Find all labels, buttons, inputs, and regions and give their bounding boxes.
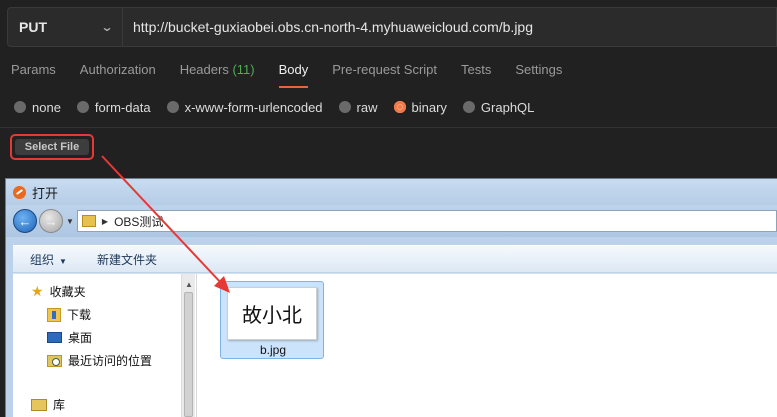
radio-label: x-www-form-urlencoded [184, 99, 323, 115]
nav-item-recent[interactable]: 最近访问的位置 [47, 352, 152, 369]
file-item-selected[interactable]: 故小北 b.jpg [220, 281, 324, 359]
nav-item-favorites[interactable]: ★ 收藏夹 [31, 283, 86, 300]
breadcrumb-folder[interactable]: OBS测试 [114, 213, 163, 230]
navigation-pane: ★ 收藏夹 下载 桌面 最近访问的位置 库 [13, 274, 181, 417]
nav-item-downloads[interactable]: 下载 [47, 306, 91, 323]
scrollbar-thumb[interactable] [184, 292, 193, 417]
radio-graphql[interactable]: GraphQL [462, 97, 535, 117]
select-file-button[interactable]: Select File [15, 139, 89, 155]
caret-down-icon: ▼ [59, 256, 67, 266]
tab-label: Headers [179, 62, 229, 77]
tab-authorization[interactable]: Authorization [80, 62, 156, 82]
tab-params[interactable]: Params [11, 62, 56, 82]
radio-raw[interactable]: raw [338, 97, 378, 117]
radio-label: GraphQL [480, 99, 535, 115]
radio-icon [166, 101, 179, 113]
back-arrow-icon[interactable]: ← [13, 209, 37, 233]
method-select[interactable]: PUT ⌄ [7, 7, 123, 47]
tab-label: Settings [515, 62, 563, 77]
radio-label: form-data [94, 99, 151, 115]
nav-label: 桌面 [68, 331, 93, 345]
tab-label: Body [278, 62, 309, 77]
radio-label: none [32, 99, 61, 115]
tab-tests[interactable]: Tests [461, 62, 491, 82]
radio-icon [338, 101, 351, 113]
dialog-title: 打开 [32, 185, 59, 201]
folder-icon [81, 215, 96, 227]
downloads-icon [47, 307, 61, 322]
method-label: PUT [19, 19, 47, 35]
divider [0, 127, 777, 128]
nav-label: 最近访问的位置 [68, 354, 153, 368]
nav-item-desktop[interactable]: 桌面 [47, 329, 92, 346]
request-tabs: Params Authorization Headers (11) Body P… [11, 62, 586, 88]
headers-count-badge: (11) [232, 62, 255, 77]
body-type-radio-group: none form-data x-www-form-urlencoded raw… [14, 97, 550, 117]
dialog-content: ★ 收藏夹 下载 桌面 最近访问的位置 库 ▲ 故小北 b.jpg [13, 273, 777, 417]
open-file-dialog: 打开 ← → ▼ ▶ OBS测试 组织 ▼ 新建文件夹 ★ 收藏夹 下载 桌面 [5, 178, 777, 417]
tab-label: Authorization [79, 62, 156, 77]
scroll-up-icon[interactable]: ▲ [185, 280, 193, 289]
image-thumbnail: 故小北 [227, 287, 317, 340]
url-input[interactable]: http://bucket-guxiaobei.obs.cn-north-4.m… [123, 7, 777, 47]
desktop-icon [47, 332, 62, 343]
radio-icon [14, 101, 26, 113]
radio-none[interactable]: none [14, 97, 61, 117]
radio-label: binary [411, 99, 447, 115]
nav-label: 下载 [67, 308, 92, 322]
tab-label: Params [11, 62, 56, 77]
radio-icon [462, 101, 475, 113]
nav-label: 收藏夹 [49, 285, 86, 299]
annotation-highlight-box: Select File [10, 134, 94, 160]
tab-settings[interactable]: Settings [515, 62, 562, 82]
libraries-icon [31, 398, 47, 411]
tab-pre-request-script[interactable]: Pre-request Script [332, 62, 437, 82]
request-bar: PUT ⌄ http://bucket-guxiaobei.obs.cn-nor… [7, 7, 777, 47]
star-icon: ★ [31, 283, 44, 299]
tab-headers[interactable]: Headers (11) [180, 62, 255, 82]
radio-binary[interactable]: binary [393, 97, 447, 117]
dialog-toolbar: 组织 ▼ 新建文件夹 [13, 245, 777, 272]
radio-checked-icon [393, 101, 406, 113]
new-folder-button[interactable]: 新建文件夹 [97, 251, 157, 268]
radio-x-www-form-urlencoded[interactable]: x-www-form-urlencoded [166, 97, 323, 117]
nav-pane-scrollbar[interactable]: ▲ [181, 274, 195, 417]
nav-label: 库 [53, 398, 66, 412]
file-name: b.jpg [259, 343, 287, 357]
radio-form-data[interactable]: form-data [76, 97, 151, 117]
pane-divider[interactable] [196, 274, 197, 417]
tab-body[interactable]: Body [278, 62, 309, 88]
tab-label: Tests [461, 62, 492, 77]
forward-arrow-icon[interactable]: → [39, 209, 63, 233]
postman-app-icon [13, 185, 26, 199]
breadcrumb-separator-icon[interactable]: ▶ [102, 217, 108, 226]
address-bar[interactable]: ▶ OBS测试 [76, 210, 777, 232]
tab-label: Pre-request Script [332, 62, 438, 77]
organize-button[interactable]: 组织 ▼ [30, 251, 67, 268]
dialog-title-bar: 打开 [6, 179, 777, 205]
recent-places-icon [47, 354, 62, 367]
history-dropdown-icon[interactable]: ▼ [66, 217, 74, 226]
nav-item-libraries[interactable]: 库 [31, 396, 65, 413]
radio-icon [76, 101, 89, 113]
radio-label: raw [356, 99, 378, 115]
dialog-nav-bar: ← → ▼ ▶ OBS测试 [6, 205, 777, 237]
organize-label: 组织 [30, 252, 55, 267]
chevron-down-icon: ⌄ [100, 20, 114, 34]
